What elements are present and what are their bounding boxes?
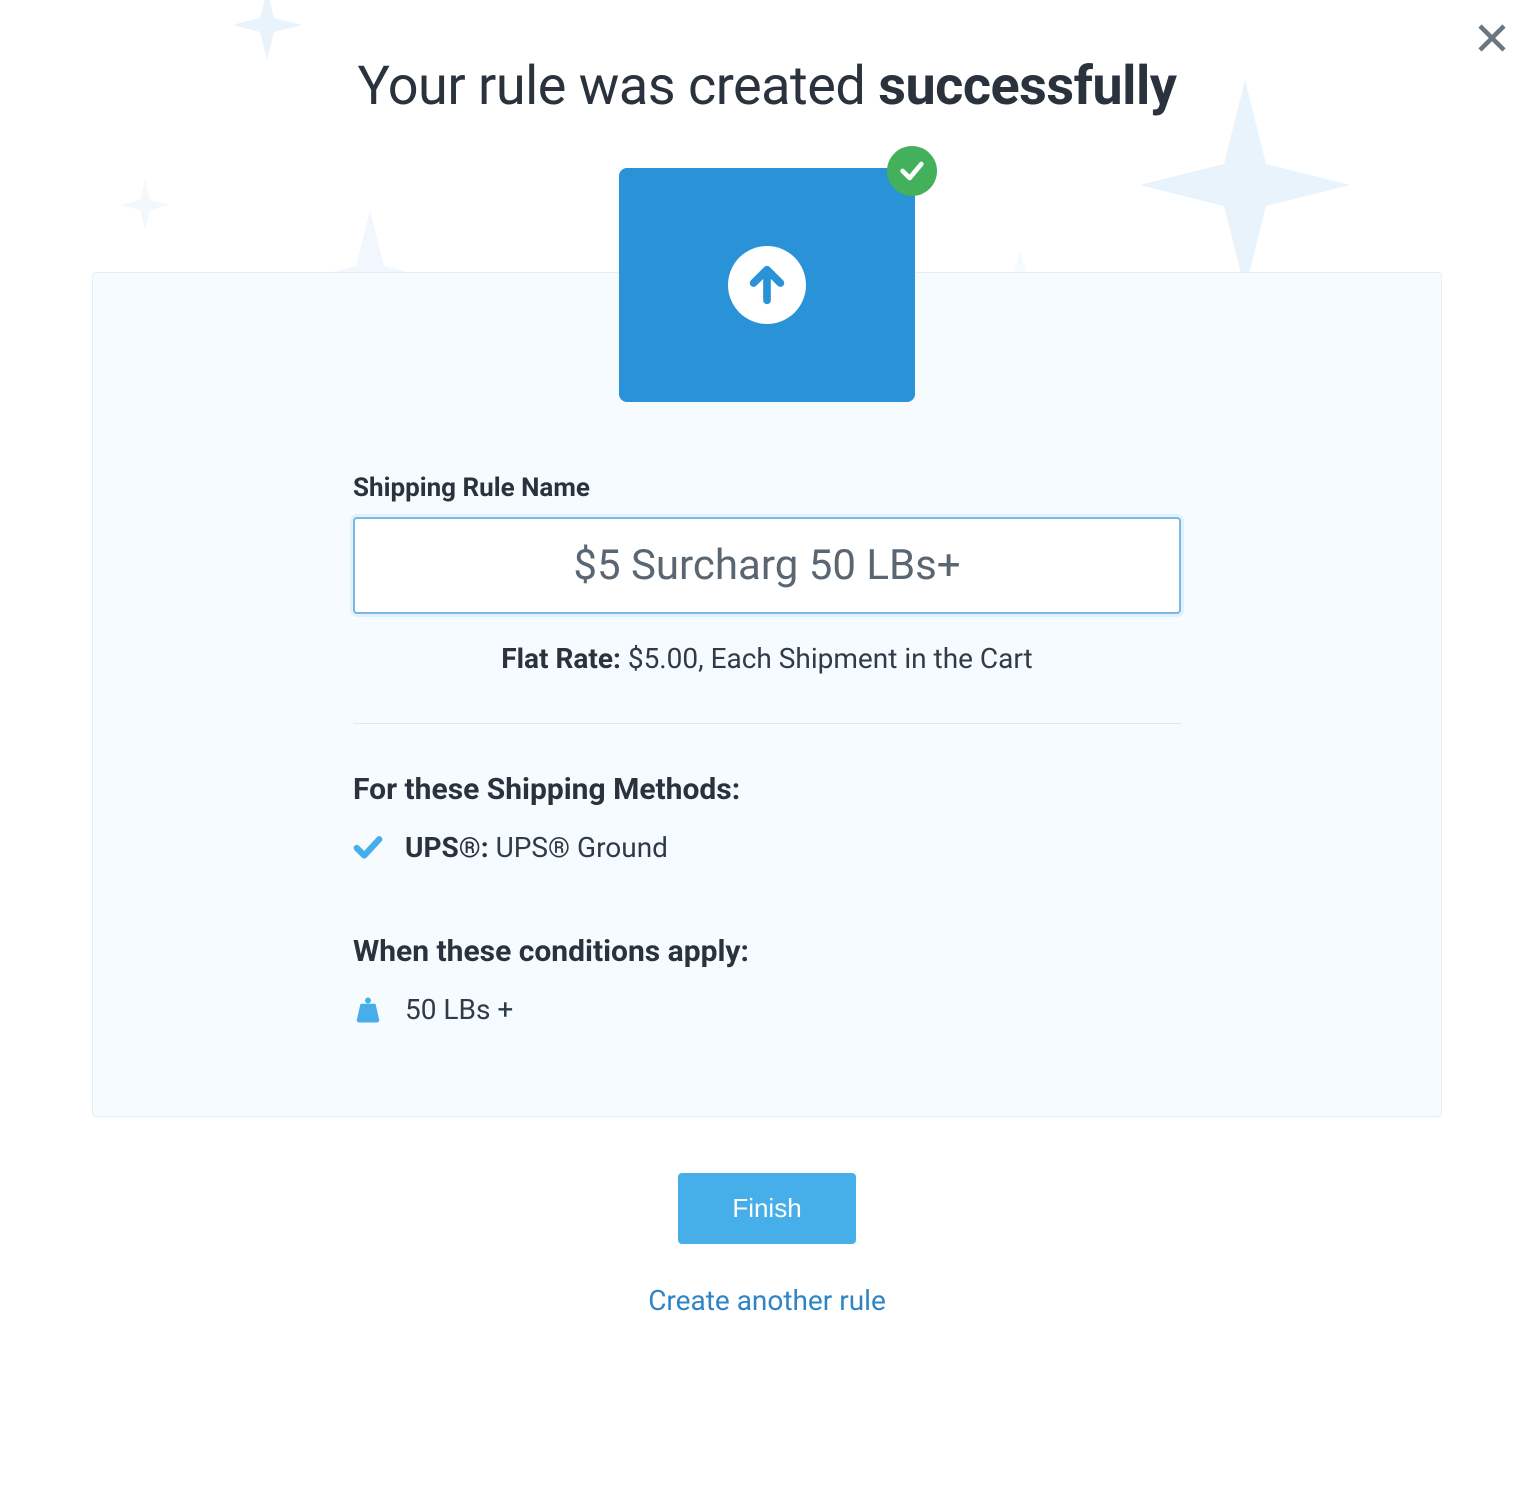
arrow-badge bbox=[728, 246, 806, 324]
conditions-heading: When these conditions apply: bbox=[353, 934, 1181, 969]
method-carrier: UPS®: bbox=[405, 831, 489, 864]
title-prefix: Your rule was created bbox=[358, 55, 879, 118]
finish-button[interactable]: Finish bbox=[678, 1173, 855, 1244]
rate-summary: Flat Rate: $5.00, Each Shipment in the C… bbox=[353, 642, 1181, 675]
divider bbox=[353, 723, 1181, 724]
condition-row: 50 LBs + bbox=[353, 993, 1181, 1026]
sparkle-icon bbox=[232, 0, 302, 60]
check-icon bbox=[353, 833, 383, 863]
method-row: UPS®: UPS® Ground bbox=[353, 831, 1181, 864]
check-icon bbox=[898, 157, 926, 185]
condition-text: 50 LBs + bbox=[405, 993, 513, 1026]
create-another-link[interactable]: Create another rule bbox=[0, 1284, 1534, 1317]
close-icon bbox=[1474, 20, 1510, 56]
sparkle-icon bbox=[1140, 80, 1350, 290]
close-button[interactable] bbox=[1470, 16, 1514, 60]
hero-card bbox=[619, 168, 915, 402]
arrow-up-icon bbox=[744, 262, 790, 308]
success-badge bbox=[887, 146, 937, 196]
rate-summary-value: $5.00, Each Shipment in the Cart bbox=[628, 642, 1033, 675]
methods-heading: For these Shipping Methods: bbox=[353, 772, 1181, 807]
title-emphasis: successfully bbox=[878, 55, 1176, 118]
rule-name-input[interactable] bbox=[353, 517, 1181, 614]
sparkle-icon bbox=[120, 180, 170, 230]
method-service: UPS® Ground bbox=[496, 831, 668, 864]
rate-summary-label: Flat Rate: bbox=[501, 642, 621, 675]
rule-name-label: Shipping Rule Name bbox=[353, 473, 1181, 503]
weight-icon bbox=[353, 995, 383, 1025]
